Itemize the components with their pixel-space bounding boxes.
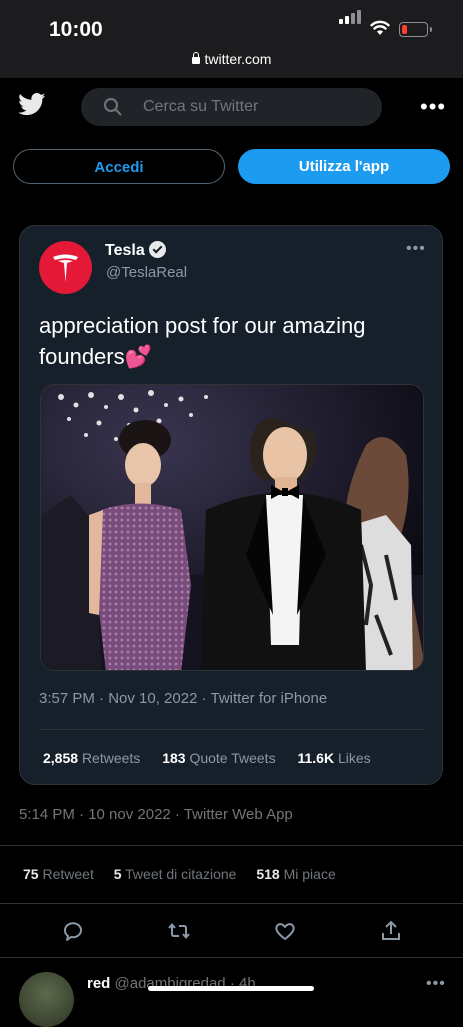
tweet-meta: 5:14 PM · 10 nov 2022 · Twitter Web App xyxy=(19,806,293,823)
retweets-count: 2,858 xyxy=(43,750,79,766)
tweet-text-body: appreciation post for our amazing founde… xyxy=(39,313,366,369)
quotes-label: Quote Tweets xyxy=(189,750,276,766)
likes-count: 11.6K xyxy=(297,750,335,766)
tweet-photo[interactable] xyxy=(40,384,424,671)
avatar[interactable] xyxy=(39,241,92,294)
retweets-count: 75 xyxy=(23,866,39,882)
status-bar: 10:00 twitter.com xyxy=(0,0,463,78)
lock-icon xyxy=(191,52,200,64)
two-hearts-emoji: 💕 xyxy=(124,344,153,369)
search-placeholder: Cerca su Twitter xyxy=(143,98,259,115)
quotes-stat[interactable]: 5 Tweet di citazione xyxy=(114,866,237,882)
tweet-stats: 2,858 Retweets 183 Quote Tweets 11.6K Li… xyxy=(43,750,371,766)
author-handle[interactable]: @TeslaReal xyxy=(106,264,187,281)
retweets-stat[interactable]: 75 Retweet xyxy=(23,866,94,882)
tweet-meta: 3:57 PM · Nov 10, 2022 · Twitter for iPh… xyxy=(39,690,328,707)
tesla-logo-icon xyxy=(53,254,78,282)
twitter-bird-icon[interactable] xyxy=(18,93,46,116)
retweets-label: Retweets xyxy=(81,750,141,766)
reply-icon[interactable] xyxy=(60,919,86,943)
wifi-icon xyxy=(370,20,390,35)
likes-stat[interactable]: 518 Mi piace xyxy=(256,866,335,882)
like-icon[interactable] xyxy=(272,919,298,943)
divider xyxy=(0,903,463,904)
author-name-text: Tesla xyxy=(105,242,145,259)
divider xyxy=(0,845,463,846)
quoted-tweet-card[interactable]: Tesla @TeslaReal ••• appreciation post f… xyxy=(19,225,443,785)
share-icon[interactable] xyxy=(378,919,404,943)
url-text: twitter.com xyxy=(204,51,272,67)
divider xyxy=(0,957,463,958)
verified-icon xyxy=(148,241,166,258)
retweets-stat[interactable]: 2,858 Retweets xyxy=(43,750,140,766)
use-app-button[interactable]: Utilizza l'app xyxy=(238,149,450,184)
retweets-label: Retweet xyxy=(42,866,94,882)
likes-label: Mi piace xyxy=(283,866,336,882)
battery-icon xyxy=(399,22,432,37)
party-photo-image xyxy=(41,385,423,670)
quotes-count: 183 xyxy=(162,750,186,766)
quotes-label: Tweet di citazione xyxy=(125,866,237,882)
tweet-text: appreciation post for our amazing founde… xyxy=(39,310,409,372)
status-time: 10:00 xyxy=(49,18,103,41)
more-icon[interactable]: ••• xyxy=(420,96,446,118)
divider xyxy=(39,729,423,730)
more-icon[interactable]: ••• xyxy=(426,975,446,993)
quotes-count: 5 xyxy=(113,866,122,882)
tweet-actions xyxy=(0,919,463,945)
reply-tweet[interactable]: red @adambigredad · 4h ••• xyxy=(0,970,463,1027)
likes-stat[interactable]: 11.6K Likes xyxy=(297,750,370,766)
search-input[interactable]: Cerca su Twitter xyxy=(81,88,382,126)
retweet-icon[interactable] xyxy=(166,919,192,943)
search-icon xyxy=(104,98,122,116)
reply-author-name: red xyxy=(87,975,111,992)
likes-count: 518 xyxy=(256,866,280,882)
login-button[interactable]: Accedi xyxy=(13,149,225,184)
quotes-stat[interactable]: 183 Quote Tweets xyxy=(162,750,275,766)
author-name[interactable]: Tesla xyxy=(105,241,166,260)
likes-label: Likes xyxy=(337,750,371,766)
url-bar[interactable]: twitter.com xyxy=(0,51,463,67)
more-icon[interactable]: ••• xyxy=(406,240,426,258)
home-indicator[interactable] xyxy=(148,986,314,991)
tweet-stats: 75 Retweet 5 Tweet di citazione 518 Mi p… xyxy=(23,866,336,882)
